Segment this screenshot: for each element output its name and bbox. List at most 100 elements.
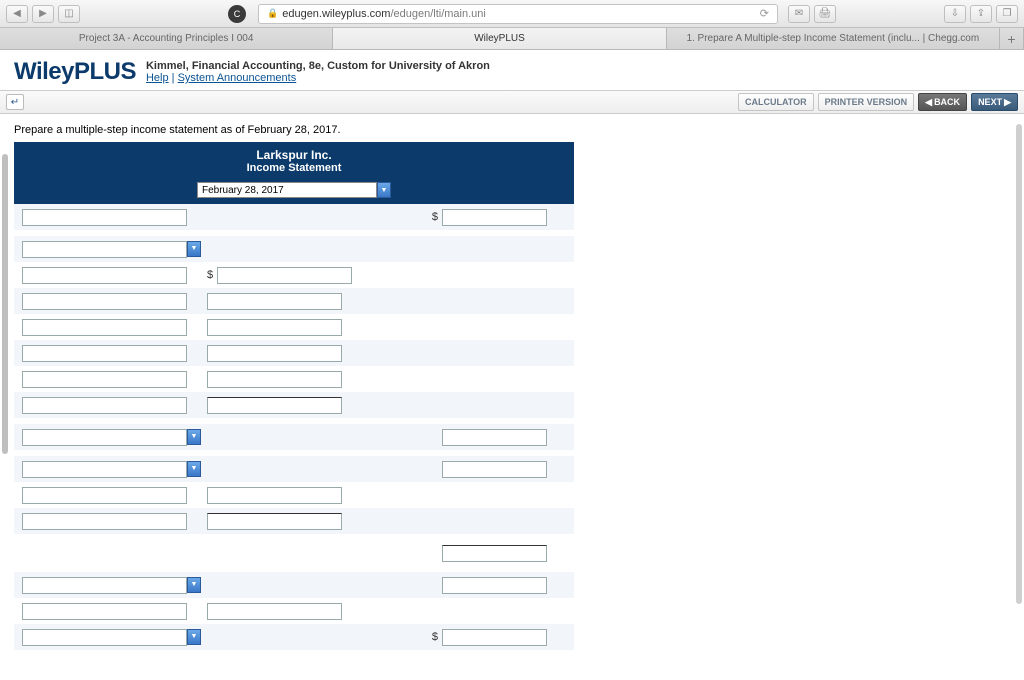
- return-button[interactable]: ↵: [6, 94, 24, 110]
- amount-input[interactable]: [207, 513, 342, 530]
- mail-button[interactable]: ✉: [788, 5, 810, 23]
- url-path: /edugen/lti/main.uni: [390, 8, 485, 20]
- book-info: Kimmel, Financial Accounting, 8e, Custom…: [146, 60, 490, 84]
- amount-input[interactable]: [442, 209, 547, 226]
- statement-title: Income Statement: [14, 162, 574, 174]
- statement-row: [14, 314, 574, 340]
- statement-row: [14, 508, 574, 534]
- help-link[interactable]: Help: [146, 72, 169, 84]
- account-select[interactable]: ▼: [22, 629, 201, 646]
- nav-back-button[interactable]: ◀: [6, 5, 28, 23]
- amount-input[interactable]: [22, 397, 187, 414]
- amount-input[interactable]: [442, 461, 547, 478]
- dropdown-arrow-icon[interactable]: ▼: [187, 577, 201, 593]
- amount-input[interactable]: [207, 319, 342, 336]
- statement-row: [14, 392, 574, 418]
- amount-input[interactable]: [217, 267, 352, 284]
- statement-row: [14, 598, 574, 624]
- browser-tab-1[interactable]: WileyPLUS: [333, 28, 666, 49]
- amount-input[interactable]: [207, 293, 342, 310]
- url-bar[interactable]: 🔒 edugen.wileyplus.com/edugen/lti/main.u…: [258, 4, 778, 24]
- account-select[interactable]: ▼: [22, 429, 201, 446]
- browser-tabs: Project 3A - Accounting Principles I 004…: [0, 28, 1024, 50]
- statement-header: Larkspur Inc. Income Statement: [14, 142, 574, 182]
- dropdown-arrow-icon[interactable]: ▼: [187, 461, 201, 477]
- date-input[interactable]: [197, 182, 377, 198]
- statement-row: [14, 366, 574, 392]
- amount-input[interactable]: [207, 603, 342, 620]
- account-input[interactable]: [22, 241, 187, 258]
- url-host: edugen.wileyplus.com: [282, 8, 390, 20]
- amount-input[interactable]: [207, 397, 342, 414]
- amount-input[interactable]: [22, 209, 187, 226]
- print-button[interactable]: 🖨: [814, 5, 836, 23]
- date-select[interactable]: ▼: [197, 182, 391, 198]
- amount-input[interactable]: [442, 545, 547, 562]
- statement-row: ▼: [14, 424, 574, 450]
- share-button[interactable]: ⇪: [970, 5, 992, 23]
- amount-input[interactable]: [22, 371, 187, 388]
- wiley-toolbar: ↵ CALCULATOR PRINTER VERSION ◀BACK NEXT▶: [0, 90, 1024, 114]
- amount-input[interactable]: [22, 267, 187, 284]
- wiley-header: WileyPLUS Kimmel, Financial Accounting, …: [0, 50, 1024, 90]
- calculator-button[interactable]: CALCULATOR: [738, 93, 814, 111]
- amount-input[interactable]: [22, 319, 187, 336]
- dollar-sign: $: [432, 211, 438, 223]
- account-select[interactable]: ▼: [22, 461, 201, 478]
- amount-input[interactable]: [22, 603, 187, 620]
- account-input[interactable]: [22, 461, 187, 478]
- statement-row: [14, 288, 574, 314]
- tabs-button[interactable]: ❐: [996, 5, 1018, 23]
- statement-row: $: [14, 204, 574, 230]
- statement-row: ▼: [14, 236, 574, 262]
- date-row: ▼: [14, 182, 574, 204]
- book-title: Kimmel, Financial Accounting, 8e, Custom…: [146, 60, 490, 72]
- amount-input[interactable]: [22, 513, 187, 530]
- amount-input[interactable]: [22, 345, 187, 362]
- account-select[interactable]: ▼: [22, 241, 201, 258]
- statement-row: [14, 340, 574, 366]
- sidebar-toggle-button[interactable]: ◫: [58, 5, 80, 23]
- browser-toolbar: ◀ ▶ ◫ C 🔒 edugen.wileyplus.com/edugen/lt…: [0, 0, 1024, 28]
- amount-input[interactable]: [442, 577, 547, 594]
- income-statement: Larkspur Inc. Income Statement ▼ $ ▼ $ ▼ ▼ ▼ ▼…: [14, 142, 574, 650]
- amount-input[interactable]: [22, 487, 187, 504]
- printer-version-button[interactable]: PRINTER VERSION: [818, 93, 915, 111]
- amount-input[interactable]: [442, 429, 547, 446]
- site-favicon-icon: C: [228, 5, 246, 23]
- amount-input[interactable]: [207, 371, 342, 388]
- back-button[interactable]: ◀BACK: [918, 93, 967, 111]
- browser-tab-0[interactable]: Project 3A - Accounting Principles I 004: [0, 28, 333, 49]
- new-tab-button[interactable]: +: [1000, 28, 1024, 49]
- amount-input[interactable]: [442, 629, 547, 646]
- amount-input[interactable]: [22, 293, 187, 310]
- amount-input[interactable]: [207, 487, 342, 504]
- wiley-logo: WileyPLUS: [14, 58, 136, 86]
- amount-input[interactable]: [207, 345, 342, 362]
- reload-icon[interactable]: ⟳: [760, 7, 769, 20]
- account-input[interactable]: [22, 629, 187, 646]
- left-scrollbar[interactable]: [2, 154, 8, 454]
- account-select[interactable]: ▼: [22, 577, 201, 594]
- statement-row: ▼: [14, 456, 574, 482]
- next-button[interactable]: NEXT▶: [971, 93, 1018, 111]
- lock-icon: 🔒: [267, 8, 278, 19]
- browser-tab-2[interactable]: 1. Prepare A Multiple-step Income Statem…: [667, 28, 1000, 49]
- instruction-text: Prepare a multiple-step income statement…: [14, 124, 1010, 136]
- account-input[interactable]: [22, 429, 187, 446]
- account-input[interactable]: [22, 577, 187, 594]
- statement-row: ▼: [14, 572, 574, 598]
- statement-row: $: [14, 262, 574, 288]
- nav-forward-button[interactable]: ▶: [32, 5, 54, 23]
- content-area: Prepare a multiple-step income statement…: [0, 114, 1024, 680]
- statement-row: [14, 540, 574, 566]
- dropdown-arrow-icon[interactable]: ▼: [187, 429, 201, 445]
- dropdown-arrow-icon[interactable]: ▼: [187, 241, 201, 257]
- dollar-sign: $: [432, 631, 438, 643]
- dropdown-arrow-icon[interactable]: ▼: [187, 629, 201, 645]
- download-button[interactable]: ⇩: [944, 5, 966, 23]
- system-announcements-link[interactable]: System Announcements: [178, 72, 297, 84]
- statement-row: [14, 482, 574, 508]
- right-scrollbar[interactable]: [1016, 124, 1022, 604]
- dropdown-arrow-icon[interactable]: ▼: [377, 182, 391, 198]
